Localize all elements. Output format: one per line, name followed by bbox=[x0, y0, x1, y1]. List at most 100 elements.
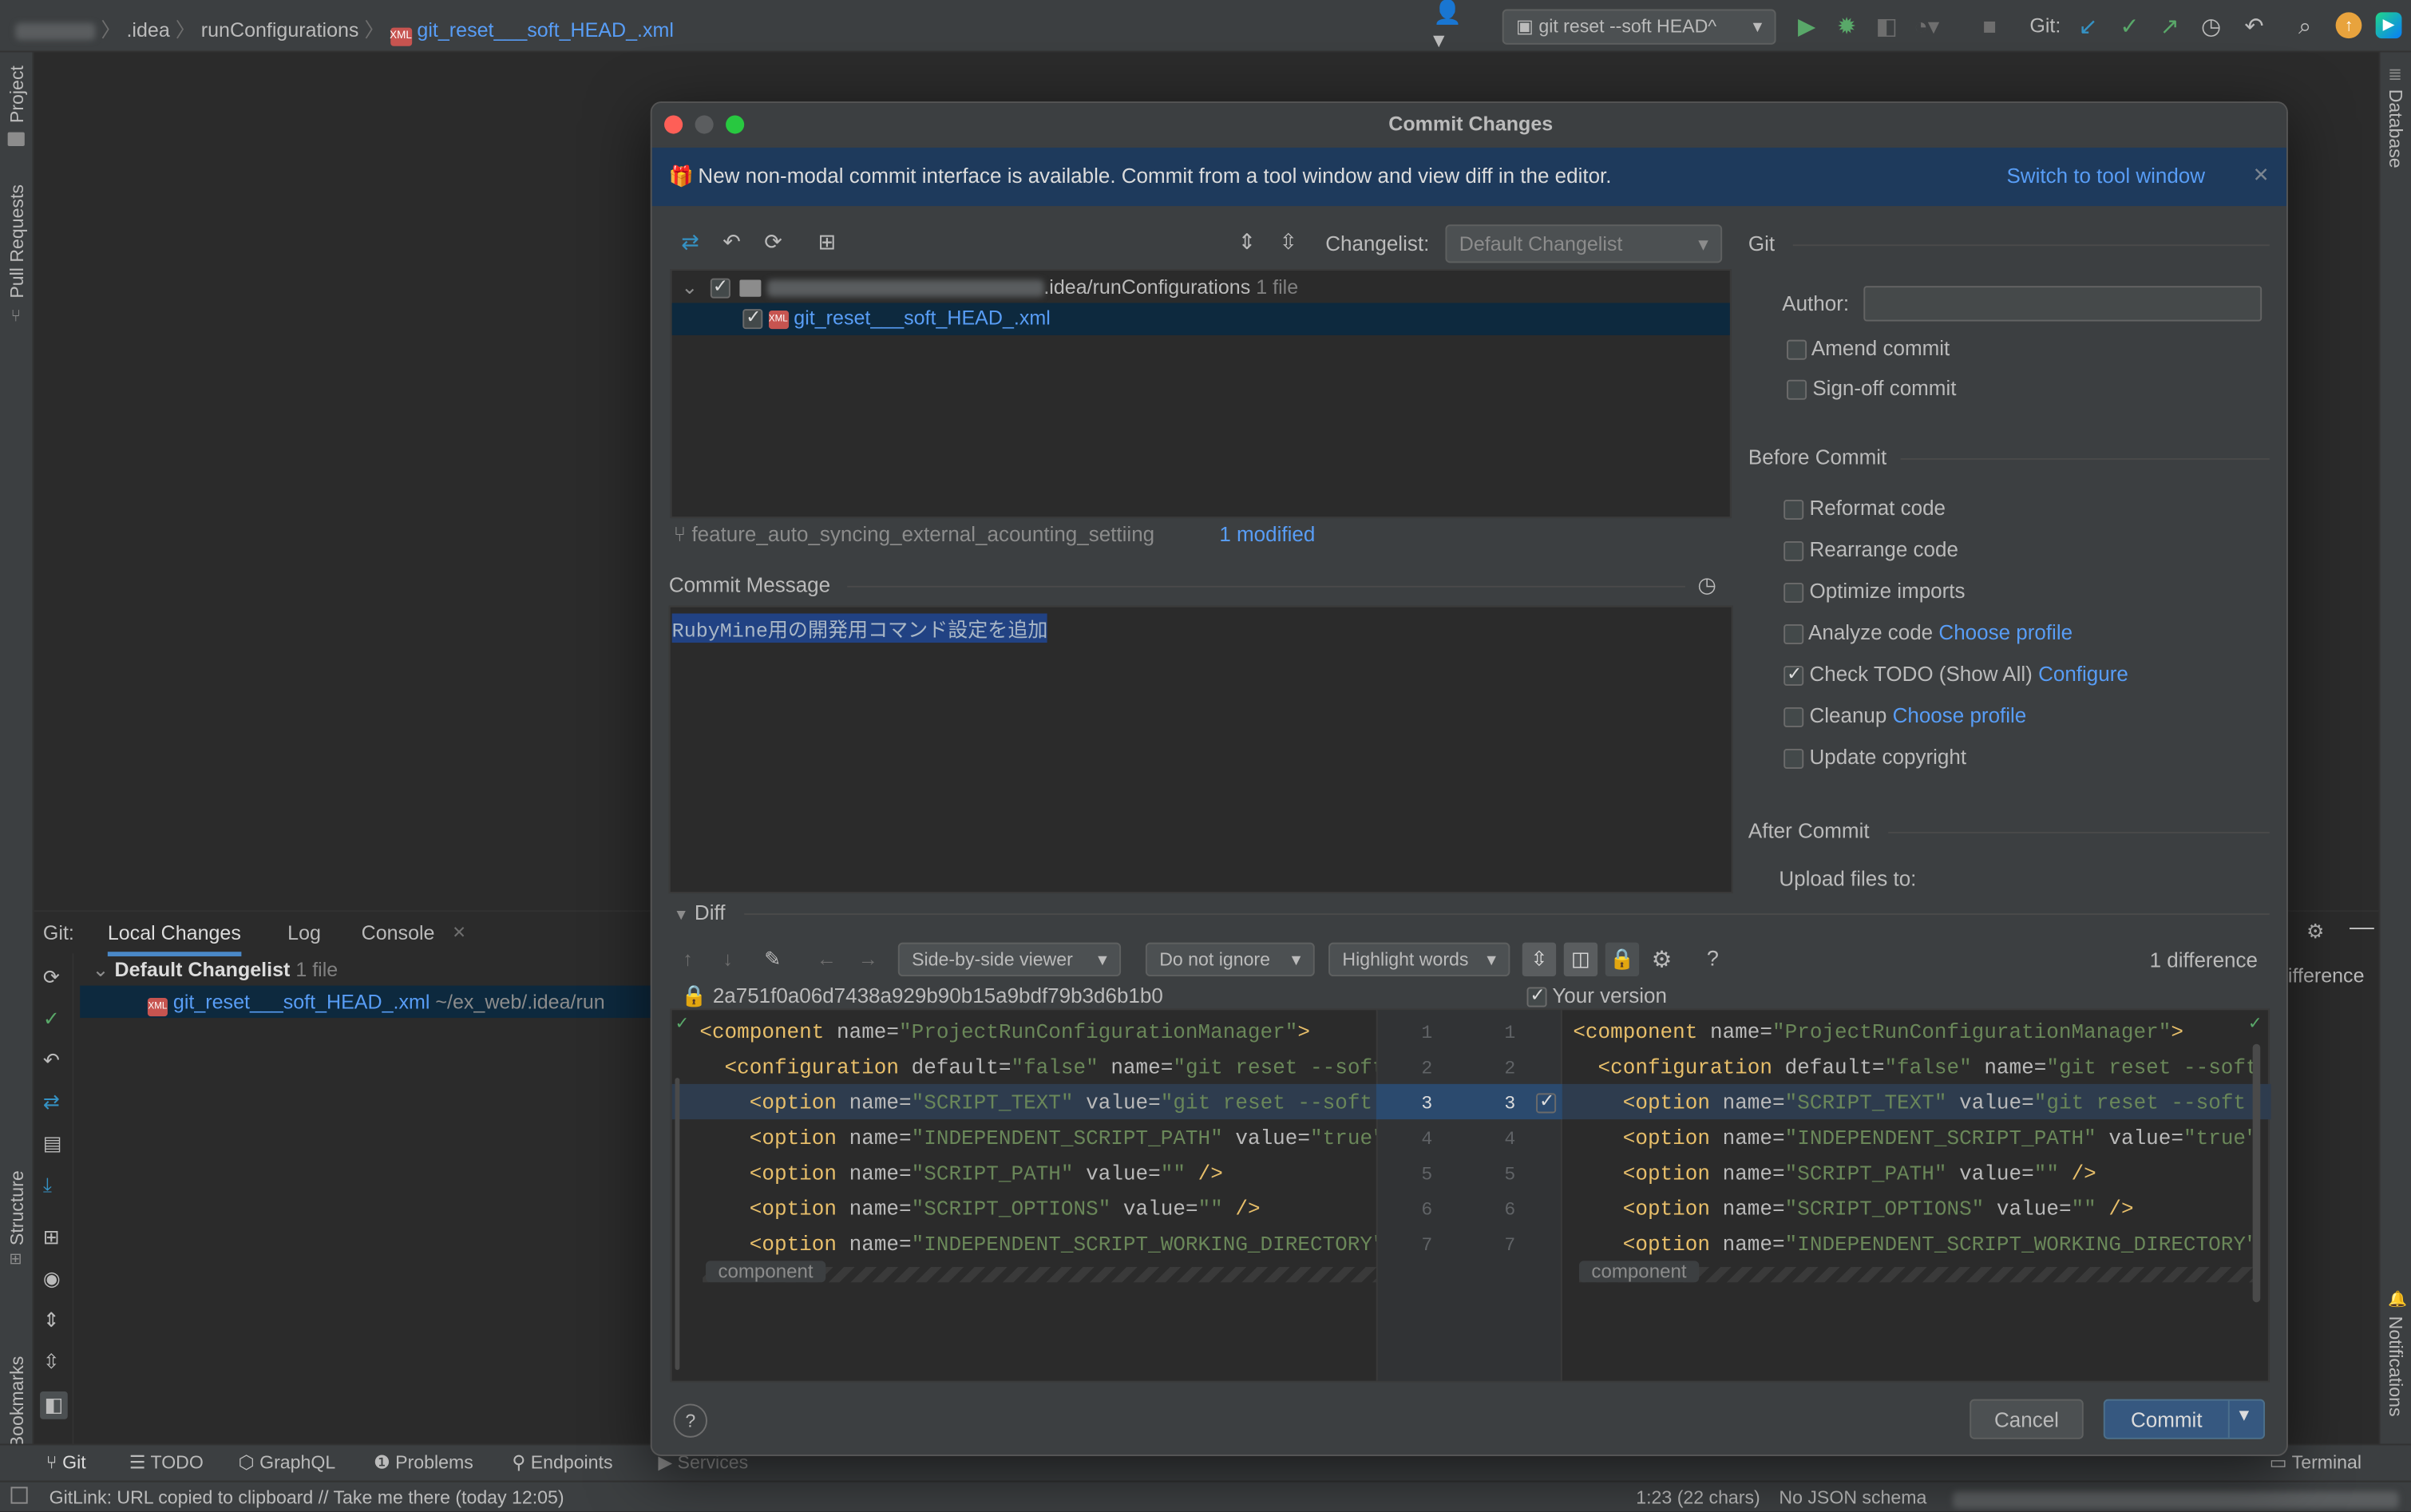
stop-icon[interactable]: ■ bbox=[1974, 10, 2005, 42]
chevron-down-icon[interactable]: ▼ bbox=[2235, 1407, 2252, 1425]
rollback-icon[interactable]: ↶ bbox=[723, 229, 741, 255]
right-code[interactable]: <component name="ProjectRunConfiguration… bbox=[1573, 1016, 2252, 1264]
close-icon[interactable]: ✕ bbox=[2253, 163, 2270, 188]
option-checkbox[interactable] bbox=[1784, 663, 1804, 686]
gear-icon[interactable]: ⚙ bbox=[2306, 920, 2324, 944]
show-diff-icon[interactable]: ⇄ bbox=[681, 229, 699, 255]
tab-graphql[interactable]: ⬡ GraphQL bbox=[239, 1451, 336, 1473]
folder-checkbox[interactable] bbox=[709, 275, 730, 299]
right-scrollbar[interactable] bbox=[2252, 1043, 2261, 1303]
group-by-icon[interactable]: ⊞ bbox=[818, 229, 837, 255]
fold-label-left[interactable]: component bbox=[706, 1261, 826, 1283]
commit-button[interactable]: Commit ▼ bbox=[2103, 1399, 2266, 1439]
commit-check-icon[interactable]: ✓ bbox=[43, 1007, 60, 1032]
tab-log[interactable]: Log bbox=[287, 921, 321, 944]
profile-icon[interactable]: ◔▾ bbox=[1911, 10, 1942, 42]
author-input[interactable] bbox=[1863, 286, 2263, 322]
group-by-icon[interactable]: ⊞ bbox=[43, 1225, 60, 1250]
option-checkbox[interactable] bbox=[1784, 582, 1804, 603]
diff-section-toggle[interactable]: ▼ Diff bbox=[674, 901, 726, 924]
ignore-select[interactable]: Do not ignore ▾ bbox=[1145, 942, 1315, 977]
refresh-icon[interactable]: ⟳ bbox=[43, 966, 60, 991]
before-commit-option[interactable]: Analyze code Choose profile bbox=[1784, 621, 2275, 663]
user-icon[interactable]: 👤▾ bbox=[1433, 0, 1464, 53]
preview-diff-icon[interactable]: ◧ bbox=[40, 1391, 68, 1419]
tab-git[interactable]: ⑂ Git bbox=[46, 1451, 86, 1473]
changelist-select[interactable]: Default Changelist ▾ bbox=[1445, 224, 1723, 263]
project-tool-button[interactable]: Project bbox=[6, 65, 28, 123]
option-checkbox[interactable] bbox=[1784, 499, 1804, 520]
collapse-all-icon[interactable]: ⇳ bbox=[43, 1350, 60, 1375]
edit-icon[interactable]: ✎ bbox=[764, 947, 781, 972]
close-tab-icon[interactable]: ✕ bbox=[452, 923, 466, 943]
database-tool-button[interactable]: Database bbox=[2385, 89, 2406, 168]
left-scrollbar[interactable] bbox=[675, 1078, 680, 1371]
breadcrumb-file[interactable]: git_reset___soft_HEAD_.xml bbox=[417, 18, 673, 42]
option-checkbox[interactable] bbox=[1784, 707, 1804, 727]
tab-problems[interactable]: ❶ Problems bbox=[374, 1451, 473, 1473]
changelist-icon[interactable]: ▤ bbox=[43, 1132, 62, 1157]
tab-local-changes[interactable]: Local Changes bbox=[107, 921, 241, 956]
search-icon[interactable]: ⌕ bbox=[2290, 10, 2321, 42]
option-link[interactable]: Choose profile bbox=[1938, 621, 2073, 644]
expand-all-icon[interactable]: ⇕ bbox=[43, 1308, 60, 1333]
option-checkbox[interactable] bbox=[1784, 540, 1804, 561]
cancel-button[interactable]: Cancel bbox=[1970, 1399, 2084, 1439]
apply-change-checkbox[interactable] bbox=[1536, 1090, 1557, 1114]
viewer-select[interactable]: Side-by-side viewer ▾ bbox=[897, 942, 1122, 977]
before-commit-option[interactable]: Check TODO (Show All) Configure bbox=[1784, 663, 2275, 704]
help-icon[interactable]: ? bbox=[1707, 946, 1719, 971]
arrow-right-icon[interactable]: → bbox=[858, 947, 878, 970]
fold-label-right[interactable]: component bbox=[1579, 1261, 1699, 1283]
tab-terminal[interactable]: ▭ Terminal bbox=[2270, 1451, 2362, 1473]
tab-endpoints[interactable]: ⚲ Endpoints bbox=[512, 1451, 612, 1473]
before-commit-option[interactable]: Rearrange code bbox=[1784, 538, 2275, 580]
commit-icon[interactable]: ✓ bbox=[2114, 10, 2145, 42]
ide-update-icon[interactable]: ↑ bbox=[2335, 12, 2362, 39]
run-configuration-select[interactable]: ▣ git reset --soft HEAD^ ▾ bbox=[1502, 9, 1776, 45]
collapse-unchanged-icon[interactable]: ⇳ bbox=[1522, 942, 1557, 977]
collapse-all-icon[interactable]: ⇳ bbox=[1279, 229, 1297, 255]
caret-position[interactable]: 1:23 (22 chars) bbox=[1636, 1486, 1760, 1508]
pull-requests-tool-button[interactable]: Pull Requests bbox=[6, 184, 28, 299]
expand-all-icon[interactable]: ⇕ bbox=[1237, 229, 1256, 255]
amend-commit-option[interactable]: Amend commit bbox=[1787, 337, 1950, 360]
commit-message-input[interactable]: RubyMine用の開発用コマンド設定を追加 bbox=[668, 605, 1733, 894]
file-checkbox[interactable] bbox=[742, 306, 763, 330]
lock-icon[interactable]: 🔒 bbox=[1605, 942, 1640, 977]
diff-icon[interactable]: ⇄ bbox=[43, 1090, 60, 1115]
push-icon[interactable]: ↗ bbox=[2154, 10, 2185, 42]
option-link[interactable]: Choose profile bbox=[1893, 704, 2027, 727]
debug-icon[interactable]: ✹ bbox=[1831, 10, 1863, 42]
minimize-icon[interactable]: — bbox=[2350, 915, 2374, 943]
include-checkbox[interactable] bbox=[1526, 984, 1547, 1007]
file-node[interactable]: XML git_reset___soft_HEAD_.xml ~/ex_web/… bbox=[80, 985, 652, 1019]
signoff-commit-option[interactable]: Sign-off commit bbox=[1787, 377, 1956, 400]
refresh-icon[interactable]: ⟳ bbox=[764, 229, 782, 255]
changelist-node[interactable]: ⌄ Default Changelist 1 file bbox=[93, 958, 338, 983]
sync-scroll-icon[interactable]: ◫ bbox=[1563, 942, 1598, 977]
help-icon[interactable]: ? bbox=[673, 1403, 707, 1438]
history-icon[interactable]: ◷ bbox=[2195, 10, 2227, 42]
run-icon[interactable]: ▶ bbox=[1791, 10, 1823, 42]
arrow-down-icon[interactable]: ↓ bbox=[723, 947, 733, 970]
rollback-icon[interactable]: ↶ bbox=[43, 1049, 60, 1074]
option-link[interactable]: Configure bbox=[2038, 663, 2128, 686]
option-checkbox[interactable] bbox=[1784, 748, 1804, 769]
signoff-checkbox[interactable] bbox=[1787, 379, 1807, 400]
status-message[interactable]: GitLink: URL copied to clipboard // Take… bbox=[49, 1486, 564, 1508]
shelve-icon[interactable]: ⤓ bbox=[43, 1174, 52, 1198]
tab-console[interactable]: Console bbox=[362, 921, 435, 944]
before-commit-option[interactable]: Reformat code bbox=[1784, 497, 2275, 538]
left-code[interactable]: <component name="ProjectRunConfiguration… bbox=[699, 1016, 1376, 1264]
arrow-up-icon[interactable]: ↑ bbox=[683, 947, 693, 970]
notifications-tool-button[interactable]: Notifications bbox=[2385, 1316, 2406, 1417]
json-schema[interactable]: No JSON schema bbox=[1779, 1486, 1926, 1508]
file-node[interactable]: XML git_reset___soft_HEAD_.xml bbox=[671, 303, 1730, 335]
coverage-icon[interactable]: ◧ bbox=[1871, 10, 1902, 42]
before-commit-option[interactable]: Cleanup Choose profile bbox=[1784, 704, 2275, 746]
switch-to-tool-window-link[interactable]: Switch to tool window bbox=[2006, 164, 2205, 188]
before-commit-option[interactable]: Optimize imports bbox=[1784, 580, 2275, 621]
option-checkbox[interactable] bbox=[1784, 623, 1804, 644]
rollback-icon[interactable]: ↶ bbox=[2239, 10, 2270, 42]
